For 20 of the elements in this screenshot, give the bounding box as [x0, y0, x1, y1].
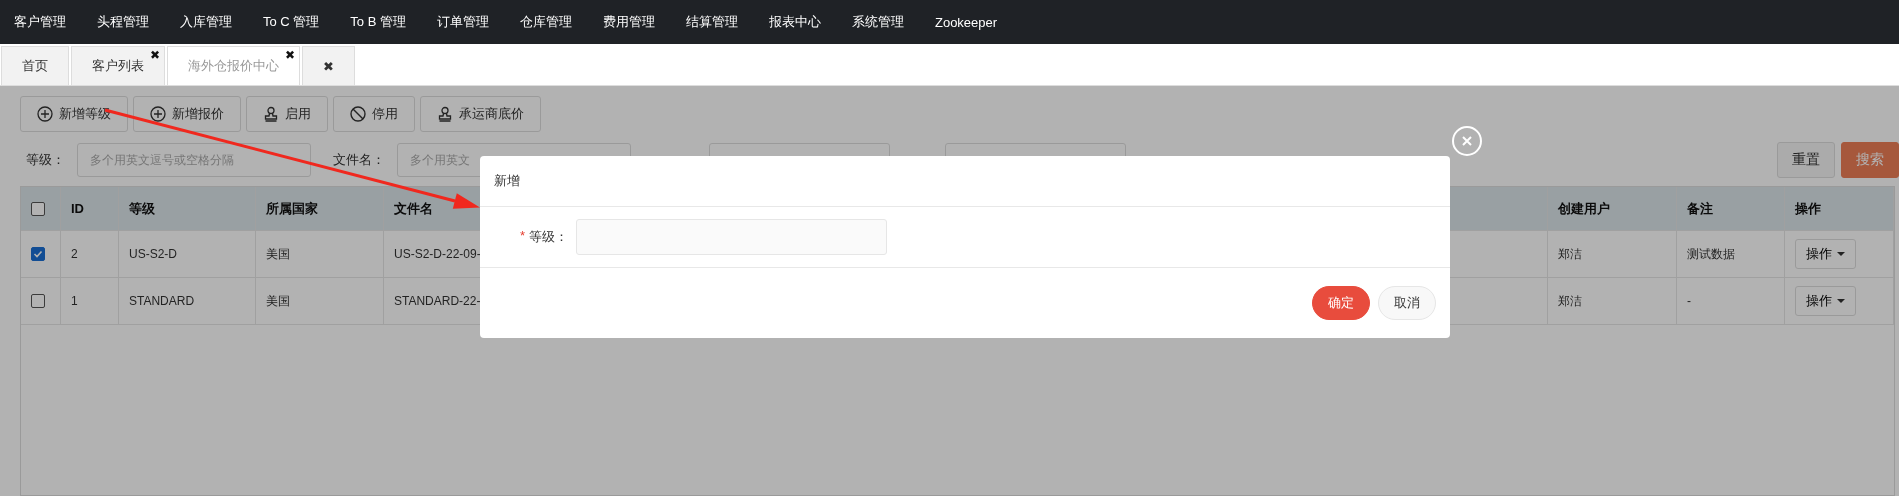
table-cell: 测试数据 [1677, 231, 1785, 277]
table-cell: 美国 [256, 231, 384, 277]
column-header: 等级 [119, 187, 256, 230]
table-cell: 2 [61, 231, 119, 277]
field-label: 等级： [529, 228, 568, 246]
column-header: 操作 [1785, 187, 1894, 230]
column-header: 所属国家 [256, 187, 384, 230]
column-header: 创建用户 [1548, 187, 1677, 230]
filter-label: 等级： [26, 151, 65, 169]
table-cell: US-S2-D [119, 231, 256, 277]
table-cell: 郑洁 [1548, 231, 1677, 277]
table-cell: 1 [61, 278, 119, 324]
required-mark: * [519, 228, 525, 245]
table-cell: STANDARD [119, 278, 256, 324]
column-header: 备注 [1677, 187, 1785, 230]
filter-label: 文件名： [333, 151, 385, 169]
column-header: ID [61, 187, 119, 230]
table-cell: - [1677, 278, 1785, 324]
table-cell: 美国 [256, 278, 384, 324]
table-cell: 郑洁 [1548, 278, 1677, 324]
